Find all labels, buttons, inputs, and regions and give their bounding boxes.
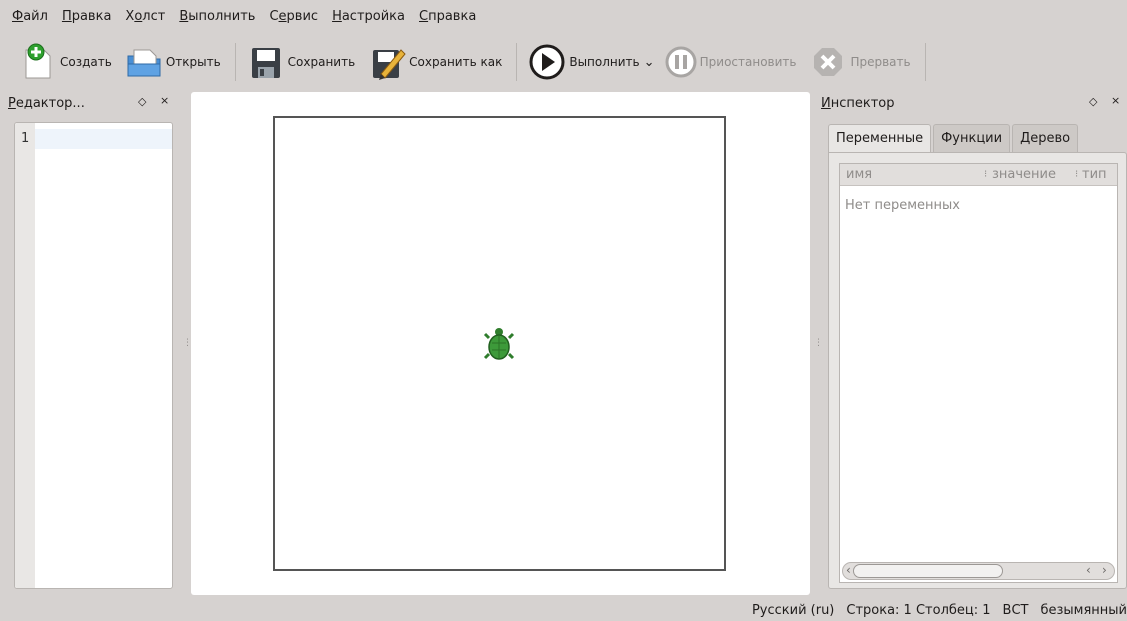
status-cursor-position: Строка: 1 Столбец: 1	[846, 602, 991, 618]
play-icon	[527, 42, 567, 82]
toolbar-separator	[234, 43, 236, 81]
save-as-icon	[367, 42, 407, 82]
run-button-label: Выполнить	[569, 55, 640, 69]
menu-help[interactable]: Справка	[419, 9, 476, 24]
open-button[interactable]: Открыть	[120, 39, 229, 85]
turtle-canvas	[191, 92, 810, 595]
save-as-button[interactable]: Сохранить как	[363, 39, 510, 85]
editor-dock-title: Редактор... ◇ ×	[8, 94, 170, 111]
column-divider: ⁝	[1075, 169, 1079, 180]
column-header-name[interactable]: имя	[846, 167, 872, 182]
variables-table[interactable]: имя ⁝ значение ⁝ тип Нет переменных ‹ ‹ …	[839, 163, 1118, 583]
menu-file[interactable]: Файл	[12, 9, 48, 24]
pause-button[interactable]: Приостановить	[660, 39, 805, 85]
toolbar-separator	[516, 43, 518, 81]
right-splitter-grip[interactable]: ⋮	[814, 338, 823, 350]
horizontal-scrollbar[interactable]: ‹ ‹ ›	[842, 562, 1115, 580]
status-insert-mode: ВСТ	[1002, 602, 1029, 618]
menu-settings[interactable]: Настройка	[332, 9, 405, 24]
tab-tree[interactable]: Дерево	[1012, 124, 1079, 152]
abort-icon	[808, 42, 848, 82]
menu-canvas[interactable]: Холст	[125, 9, 165, 24]
toolbar-separator	[924, 43, 926, 81]
save-disk-icon	[246, 42, 286, 82]
run-button[interactable]: Выполнить	[523, 39, 647, 85]
scrollbar-thumb[interactable]	[853, 564, 1003, 578]
save-button[interactable]: Сохранить	[242, 39, 364, 85]
open-button-label: Открыть	[165, 55, 221, 69]
close-dock-icon[interactable]: ×	[1111, 94, 1120, 107]
empty-variables-message: Нет переменных	[845, 198, 960, 213]
pause-icon	[664, 42, 698, 82]
chevron-down-icon[interactable]: ⌄	[644, 55, 658, 70]
scroll-right-icon[interactable]: ›	[1102, 563, 1107, 577]
abort-button-label: Прервать	[850, 55, 911, 69]
column-header-type[interactable]: тип	[1082, 167, 1107, 182]
abort-button[interactable]: Прервать	[804, 39, 918, 85]
menu-edit[interactable]: Правка	[62, 9, 111, 24]
close-dock-icon[interactable]: ×	[160, 94, 169, 107]
tab-variables[interactable]: Переменные	[828, 124, 932, 152]
inspector-dock-title: Инспектор ◇ ×	[821, 94, 1121, 111]
turtle-icon	[483, 328, 515, 360]
status-language: Русский (ru)	[751, 602, 835, 618]
open-folder-icon	[124, 42, 164, 82]
menu-tools[interactable]: Сервис	[269, 9, 318, 24]
new-document-icon	[18, 42, 58, 82]
table-header: имя ⁝ значение ⁝ тип	[840, 164, 1117, 186]
inspector-panel: имя ⁝ значение ⁝ тип Нет переменных ‹ ‹ …	[828, 152, 1127, 589]
left-splitter-grip[interactable]: ⋮	[183, 338, 192, 350]
float-dock-icon[interactable]: ◇	[138, 95, 146, 108]
pause-button-label: Приостановить	[699, 55, 797, 69]
column-divider: ⁝	[984, 169, 988, 180]
new-button-label: Создать	[60, 55, 112, 69]
line-number: 1	[21, 131, 30, 146]
menu-run[interactable]: Выполнить	[179, 9, 255, 24]
scroll-left-icon[interactable]: ‹	[846, 563, 851, 577]
float-dock-icon[interactable]: ◇	[1089, 95, 1097, 108]
current-line-highlight	[35, 129, 172, 149]
status-bar: Русский (ru) Строка: 1 Столбец: 1 ВСТ бе…	[0, 599, 1127, 621]
menu-bar: Файл Правка Холст Выполнить Сервис Настр…	[0, 0, 1127, 32]
save-button-label: Сохранить	[287, 55, 356, 69]
scroll-left-icon[interactable]: ‹	[1086, 563, 1091, 577]
status-filename: безымянный	[1040, 602, 1127, 618]
tab-functions[interactable]: Функции	[933, 124, 1011, 152]
new-button[interactable]: Создать	[14, 39, 120, 85]
line-number-gutter	[15, 123, 35, 588]
column-header-value[interactable]: значение	[992, 167, 1056, 182]
code-editor[interactable]: 1	[14, 122, 173, 589]
main-toolbar: Создать Открыть Сохранить Сохранить как …	[0, 34, 1127, 90]
save-as-button-label: Сохранить как	[409, 55, 503, 69]
inspector-tabs: Переменные Функции Дерево	[828, 124, 1080, 152]
